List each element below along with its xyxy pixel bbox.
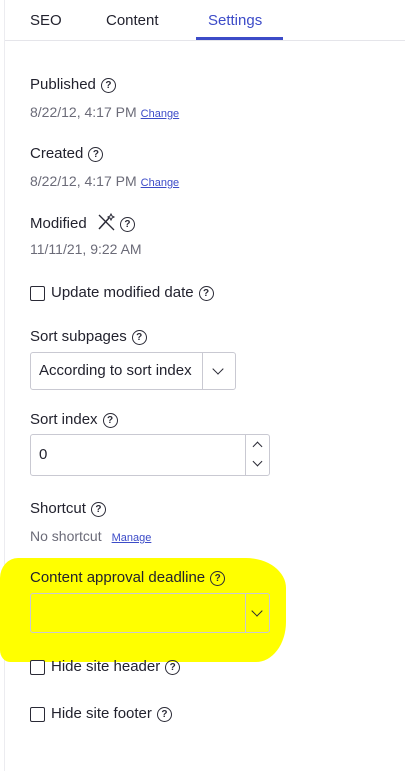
sort-subpages-label-row: Sort subpages? — [30, 328, 147, 345]
content-approval-label-row: Content approval deadline? — [30, 569, 226, 586]
shortcut-label-row: Shortcut? — [30, 500, 106, 517]
hide-footer-row: Hide site footer? — [51, 705, 172, 722]
created-label-row: Created? — [30, 145, 104, 162]
help-icon[interactable]: ? — [100, 78, 116, 93]
chevron-down-icon[interactable] — [202, 353, 235, 389]
update-modified-row: Update modified date? — [51, 284, 214, 301]
sort-index-stepper[interactable] — [245, 435, 269, 475]
content-approval-select[interactable] — [30, 593, 270, 633]
help-icon[interactable]: ? — [210, 571, 226, 586]
created-date: 8/22/12, 4:17 PM — [30, 173, 137, 189]
magic-wand-off-icon[interactable] — [96, 212, 116, 235]
hide-header-row: Hide site header? — [51, 658, 181, 675]
created-change-link[interactable]: Change — [141, 177, 180, 189]
tab-seo[interactable]: SEO — [30, 0, 62, 41]
modified-date: 11/11/21, 9:22 AM — [30, 241, 142, 257]
content-approval-label: Content approval deadline — [30, 569, 206, 586]
help-icon[interactable]: ? — [119, 217, 135, 232]
update-modified-checkbox[interactable] — [30, 286, 45, 301]
sort-subpages-value: According to sort index — [39, 362, 192, 379]
hide-footer-checkbox[interactable] — [30, 707, 45, 722]
help-icon[interactable]: ? — [156, 707, 172, 722]
published-value-row: 8/22/12, 4:17 PM Change — [30, 104, 179, 120]
published-label: Published — [30, 76, 96, 93]
shortcut-value-row: No shortcut Manage — [30, 528, 151, 544]
active-tab-indicator — [196, 37, 283, 40]
hide-footer-label[interactable]: Hide site footer — [51, 705, 152, 722]
created-value-row: 8/22/12, 4:17 PM Change — [30, 173, 179, 189]
sort-index-label: Sort index — [30, 411, 98, 428]
help-icon[interactable]: ? — [90, 502, 106, 517]
sort-subpages-select[interactable]: According to sort index — [30, 352, 236, 390]
chevron-down-icon[interactable] — [245, 594, 269, 632]
modified-label: Modified — [30, 215, 87, 232]
shortcut-label: Shortcut — [30, 500, 86, 517]
hide-header-checkbox[interactable] — [30, 660, 45, 675]
help-icon[interactable]: ? — [88, 147, 104, 162]
help-icon[interactable]: ? — [131, 330, 147, 345]
created-label: Created — [30, 145, 84, 162]
update-modified-label[interactable]: Update modified date — [51, 284, 194, 301]
shortcut-manage-link[interactable]: Manage — [112, 532, 152, 544]
chevron-down-icon[interactable] — [246, 455, 270, 475]
help-icon[interactable]: ? — [102, 413, 118, 428]
tab-content[interactable]: Content — [106, 0, 159, 41]
help-icon[interactable]: ? — [198, 286, 214, 301]
hide-header-label[interactable]: Hide site header — [51, 658, 160, 675]
modified-label-row: Modified ? — [30, 212, 135, 235]
published-label-row: Published? — [30, 76, 116, 93]
published-change-link[interactable]: Change — [141, 108, 180, 120]
sort-index-input[interactable]: 0 — [30, 434, 270, 476]
sort-subpages-label: Sort subpages — [30, 328, 127, 345]
published-date: 8/22/12, 4:17 PM — [30, 104, 137, 120]
tab-bar: SEO Content Settings — [5, 0, 405, 41]
tab-settings[interactable]: Settings — [208, 0, 262, 41]
sort-index-value[interactable]: 0 — [39, 435, 47, 475]
shortcut-value: No shortcut — [30, 528, 102, 544]
chevron-up-icon[interactable] — [246, 435, 270, 455]
help-icon[interactable]: ? — [165, 660, 181, 675]
sort-index-label-row: Sort index? — [30, 411, 118, 428]
